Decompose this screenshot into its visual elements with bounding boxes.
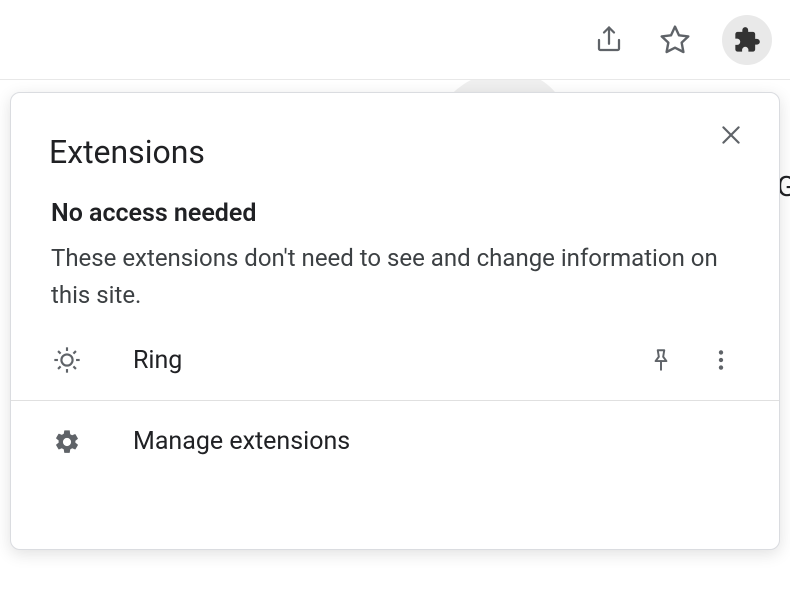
extension-name: Ring: [103, 346, 623, 375]
browser-toolbar: [0, 0, 790, 80]
pin-icon[interactable]: [639, 347, 683, 373]
close-icon[interactable]: [711, 115, 751, 155]
manage-extensions-label: Manage extensions: [103, 427, 350, 456]
extensions-popup: Extensions No access needed These extens…: [10, 92, 780, 550]
manage-extensions-button[interactable]: Manage extensions: [11, 401, 779, 484]
extensions-toolbar-button[interactable]: [722, 15, 772, 65]
extension-row[interactable]: Ring: [11, 320, 779, 400]
more-vertical-icon[interactable]: [699, 347, 743, 373]
access-section: No access needed These extensions don't …: [11, 181, 779, 320]
share-icon[interactable]: [590, 21, 628, 59]
section-heading: No access needed: [51, 199, 739, 228]
popup-title: Extensions: [49, 133, 205, 171]
popup-header: Extensions: [11, 93, 779, 181]
section-description: These extensions don't need to see and c…: [51, 240, 739, 314]
gear-icon: [47, 428, 87, 456]
extension-item-icon: [47, 344, 87, 376]
bookmark-star-icon[interactable]: [656, 21, 694, 59]
